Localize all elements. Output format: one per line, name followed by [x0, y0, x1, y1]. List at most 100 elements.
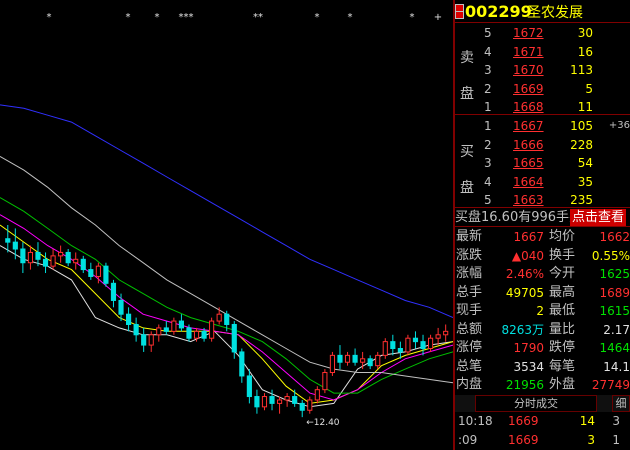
stat-value: 49705: [505, 285, 544, 300]
buy-order-row[interactable]: 4 1664 35: [455, 172, 630, 192]
tick-time: 10:18: [458, 414, 493, 428]
candle-body: [269, 396, 275, 404]
stat-value: 1790: [513, 341, 544, 355]
event-marker: *: [410, 12, 415, 23]
stock-name: 圣农发展: [527, 5, 583, 21]
order-volume: 30: [577, 26, 593, 40]
buy-order-row[interactable]: 2 1666 228: [455, 135, 630, 155]
candle-body: [141, 334, 147, 346]
stat-row: 最新 1667 均价 1662: [455, 228, 630, 246]
candle-body: [186, 327, 192, 339]
stat-label: 内盘: [456, 377, 483, 392]
stat-value: 2: [536, 304, 544, 318]
quote-panel: 002299 圣农发展 卖盘 5 1672 30 4 1671 16 3 1670 113 2 16…: [455, 0, 630, 450]
stock-title[interactable]: 002299 圣农发展: [455, 2, 630, 22]
tick-row: :09 1669 3 1: [455, 431, 630, 449]
tab-ticks[interactable]: 分时成交: [475, 395, 597, 412]
order-price[interactable]: 1667: [513, 116, 544, 136]
candle-body: [307, 399, 313, 411]
candle-body: [95, 265, 101, 277]
stat-row: 内盘 21956 外盘 27749: [455, 376, 630, 394]
ma120-line: [0, 104, 453, 319]
tick-tabs: 分时成交 细: [455, 395, 630, 412]
candle-body: [322, 372, 328, 391]
event-marker: *: [47, 12, 52, 23]
order-price[interactable]: 1670: [513, 60, 544, 80]
low-price-label: ←12.40: [306, 418, 340, 428]
candle-body: [27, 251, 34, 264]
kline-svg[interactable]: * * * *** ** * * * +←12.40: [0, 0, 453, 450]
stat-row: 涨幅 2.46% 今开 1625: [455, 265, 630, 283]
candle-body: [65, 251, 71, 264]
tick-volume: 3: [587, 433, 595, 447]
candle-body: [329, 354, 336, 374]
sell-order-row[interactable]: 3 1670 113: [455, 60, 630, 80]
order-price[interactable]: 1664: [513, 172, 544, 192]
stat-label: 涨幅: [456, 266, 483, 281]
candle-body: [42, 258, 49, 267]
stat-value: 2.46%: [505, 267, 544, 281]
sell-order-row[interactable]: 5 1672 30: [455, 23, 630, 43]
order-volume: 228: [570, 137, 593, 152]
order-price[interactable]: 1666: [513, 135, 544, 155]
sell-order-row[interactable]: 4 1671 16: [455, 42, 630, 62]
candle-body: [246, 375, 252, 398]
buy-order-row[interactable]: 1 1667 105 +36: [455, 116, 630, 136]
order-level: 2: [484, 81, 492, 96]
order-level: 1: [484, 119, 492, 133]
stat-label: 最低: [549, 303, 576, 318]
candle-body: [201, 330, 207, 339]
buy-queue-line: 买盘16.60有996手买 点击查看: [455, 209, 630, 226]
divider: [455, 114, 630, 115]
candle-body: [427, 337, 434, 350]
view-details-button[interactable]: 点击查看: [570, 209, 627, 226]
buy-order-row[interactable]: 3 1665 54: [455, 153, 630, 173]
sell-order-row[interactable]: 2 1669 5: [455, 79, 630, 99]
tick-price: 1669: [508, 414, 539, 428]
candle-body: [178, 320, 185, 329]
order-change: +36: [608, 120, 630, 131]
order-price[interactable]: 1665: [513, 153, 544, 173]
stat-value: 1689: [599, 285, 630, 300]
candle-body: [405, 337, 411, 353]
buy-queue-text: 买盘16.60有996手买: [455, 210, 583, 225]
tick-row: 10:18 1669 14 3: [455, 412, 630, 430]
stat-label: 最新: [456, 229, 483, 244]
stat-label: 涨跌: [456, 247, 483, 263]
candle-body: [118, 299, 124, 315]
event-marker: ***: [179, 12, 194, 23]
candle-body: [35, 251, 41, 260]
candle-body: [103, 265, 109, 284]
stat-row: 总手 49705 最高 1689: [455, 284, 630, 302]
order-price[interactable]: 1669: [513, 79, 544, 99]
order-price[interactable]: 1671: [513, 42, 544, 62]
stat-value: 0.55%: [591, 248, 630, 263]
candle-body: [382, 341, 388, 356]
candle-body: [193, 330, 200, 339]
order-volume: 113: [570, 63, 593, 77]
stat-row: 现手 2 最低 1615: [455, 302, 630, 320]
stat-label: 涨停: [456, 340, 483, 355]
event-marker: +: [434, 12, 442, 23]
candle-body: [12, 241, 18, 250]
tick-time: :09: [458, 433, 478, 447]
candle-body: [443, 330, 449, 336]
exchange-logo-icon: [455, 4, 464, 19]
tab-detail[interactable]: 细: [612, 395, 630, 412]
candle-body: [125, 313, 132, 325]
stat-label: 现手: [456, 303, 483, 318]
stat-value: 1662: [599, 230, 630, 244]
stat-label: 每笔: [549, 358, 576, 374]
candle-body: [224, 313, 230, 325]
stat-label: 跌停: [549, 340, 576, 355]
candle-body: [337, 354, 343, 363]
order-price[interactable]: 1672: [513, 23, 544, 43]
event-marker: *: [348, 12, 353, 23]
candle-body: [80, 258, 86, 271]
candle-body: [163, 327, 169, 332]
event-marker: *: [155, 12, 160, 23]
stat-label: 换手: [549, 247, 576, 263]
kline-chart[interactable]: * * * *** ** * * * + ←12.40: [0, 0, 453, 450]
stat-value: 2.17: [603, 322, 630, 337]
candle-body: [5, 238, 11, 243]
